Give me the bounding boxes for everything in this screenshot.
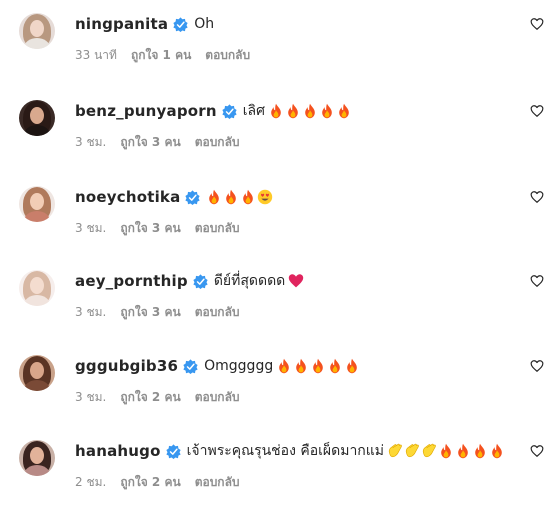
- avatar-face: [30, 20, 44, 37]
- fire-emoji: [296, 358, 307, 374]
- like-heart-icon[interactable]: [530, 274, 544, 288]
- avatar-face: [30, 193, 44, 210]
- comment-time[interactable]: 3 ชม.: [75, 221, 106, 235]
- comment-text: เลิศ: [242, 103, 265, 119]
- verified-badge-icon: [222, 103, 237, 119]
- avatar-face: [30, 277, 44, 294]
- comment-item: hanahugo เจ้าพระคุณรุนช่อง คือเผ็ดมากแม่ 2…: [0, 440, 560, 526]
- reply-button[interactable]: ตอบกลับ: [195, 390, 240, 404]
- verified-badge-icon: [183, 358, 198, 374]
- comment-line: aey_pornthip ดีย์ที่สุดดดด: [75, 270, 305, 292]
- fire-emoji: [347, 358, 358, 374]
- fire-emoji: [330, 358, 341, 374]
- reply-button[interactable]: ตอบกลับ: [195, 221, 240, 235]
- likes-count-button[interactable]: ถูกใจ 2 คน: [120, 475, 180, 489]
- comment-line: hanahugo เจ้าพระคุณรุนช่อง คือเผ็ดมากแม่: [75, 440, 506, 462]
- comment-item: aey_pornthip ดีย์ที่สุดดดด 3 ชม. ถูกใจ 3 คน…: [0, 270, 560, 356]
- likes-count-button[interactable]: ถูกใจ 2 คน: [120, 390, 180, 404]
- verified-badge-icon: [185, 189, 201, 205]
- comment-meta: 3 ชม. ถูกใจ 2 คน ตอบกลับ: [75, 388, 254, 407]
- verified-badge-icon: [173, 16, 188, 32]
- comment-item: gggubgib36 Omggggg 3 ชม. ถูกใจ 2 คน ตอบกลับ: [0, 355, 560, 441]
- comment-meta: 3 ชม. ถูกใจ 3 คน ตอบกลับ: [75, 133, 254, 152]
- fire-emoji: [279, 358, 290, 374]
- avatar-face: [30, 362, 44, 379]
- reply-button[interactable]: ตอบกลับ: [195, 475, 240, 489]
- comment-meta: 33 นาที ถูกใจ 1 คน ตอบกลับ: [75, 46, 264, 65]
- emoji-group: [268, 103, 353, 119]
- comment-line: noeychotika: [75, 186, 274, 208]
- comment-meta: 2 ชม. ถูกใจ 2 คน ตอบกลับ: [75, 473, 254, 492]
- reply-button[interactable]: ตอบกลับ: [195, 305, 240, 319]
- clapping-emoji: [422, 443, 436, 458]
- comment-item: noeychotika 3 ชม. ถูกใจ 3 คน ตอบกลับ: [0, 186, 560, 272]
- fire-emoji: [209, 189, 220, 205]
- comment-meta: 3 ชม. ถูกใจ 3 คน ตอบกลับ: [75, 219, 254, 238]
- fire-emoji: [475, 443, 485, 459]
- like-heart-icon[interactable]: [530, 190, 544, 204]
- avatar[interactable]: [19, 440, 55, 476]
- like-heart-icon[interactable]: [530, 17, 544, 31]
- comment-line: gggubgib36 Omggggg: [75, 355, 361, 377]
- avatar-face: [30, 107, 44, 124]
- avatar[interactable]: [19, 100, 55, 136]
- verified-badge-icon: [165, 443, 181, 459]
- fire-emoji: [288, 103, 298, 119]
- emoji-group: [387, 443, 506, 459]
- clapping-emoji: [405, 443, 419, 458]
- avatar[interactable]: [19, 186, 55, 222]
- fire-emoji: [441, 443, 451, 459]
- username-link[interactable]: noeychotika: [75, 188, 180, 206]
- fire-emoji: [243, 189, 254, 205]
- comment-item: benz_punyaporn เลิศ 3 ชม. ถูกใจ 3 คน ตอบกลับ: [0, 100, 560, 186]
- fire-emoji: [313, 358, 324, 374]
- fire-emoji: [322, 103, 332, 119]
- likes-count-button[interactable]: ถูกใจ 3 คน: [120, 305, 180, 319]
- emoji-group: [276, 358, 361, 374]
- comment-line: benz_punyaporn เลิศ: [75, 100, 353, 122]
- comment-time[interactable]: 3 ชม.: [75, 305, 106, 319]
- fire-emoji: [226, 189, 237, 205]
- fire-emoji: [305, 103, 315, 119]
- verified-badge-icon: [193, 273, 208, 289]
- emoji-group: [288, 273, 305, 289]
- comment-text: Oh: [194, 16, 215, 32]
- fire-emoji: [458, 443, 468, 459]
- likes-count-button[interactable]: ถูกใจ 3 คน: [120, 221, 180, 235]
- username-link[interactable]: gggubgib36: [75, 357, 178, 375]
- red-heart-emoji: [289, 274, 304, 288]
- like-heart-icon[interactable]: [530, 359, 544, 373]
- reply-button[interactable]: ตอบกลับ: [205, 48, 250, 62]
- comment-line: ningpanita Oh: [75, 13, 214, 35]
- comment-meta: 3 ชม. ถูกใจ 3 คน ตอบกลับ: [75, 303, 254, 322]
- username-link[interactable]: benz_punyaporn: [75, 102, 217, 120]
- comment-text: เจ้าพระคุณรุนช่อง คือเผ็ดมากแม่: [186, 443, 385, 459]
- like-heart-icon[interactable]: [530, 444, 544, 458]
- heart-eyes-emoji: [258, 189, 273, 205]
- avatar[interactable]: [19, 13, 55, 49]
- comment-time[interactable]: 33 นาที: [75, 48, 117, 62]
- avatar-face: [30, 447, 44, 464]
- comment-time[interactable]: 3 ชม.: [75, 390, 106, 404]
- likes-count-button[interactable]: ถูกใจ 1 คน: [131, 48, 191, 62]
- comment-time[interactable]: 3 ชม.: [75, 135, 106, 149]
- comment-text: ดีย์ที่สุดดดด: [213, 273, 286, 289]
- comment-text: Omggggg: [204, 358, 274, 374]
- like-heart-icon[interactable]: [530, 104, 544, 118]
- comment-item: ningpanita Oh 33 นาที ถูกใจ 1 คน ตอบกลับ: [0, 13, 560, 99]
- reply-button[interactable]: ตอบกลับ: [195, 135, 240, 149]
- clapping-emoji: [388, 443, 402, 458]
- emoji-group: [206, 189, 274, 205]
- fire-emoji: [492, 443, 502, 459]
- fire-emoji: [339, 103, 349, 119]
- avatar[interactable]: [19, 355, 55, 391]
- fire-emoji: [271, 103, 281, 119]
- username-link[interactable]: aey_pornthip: [75, 272, 188, 290]
- username-link[interactable]: hanahugo: [75, 442, 161, 460]
- username-link[interactable]: ningpanita: [75, 15, 168, 33]
- likes-count-button[interactable]: ถูกใจ 3 คน: [120, 135, 180, 149]
- avatar[interactable]: [19, 270, 55, 306]
- comment-time[interactable]: 2 ชม.: [75, 475, 106, 489]
